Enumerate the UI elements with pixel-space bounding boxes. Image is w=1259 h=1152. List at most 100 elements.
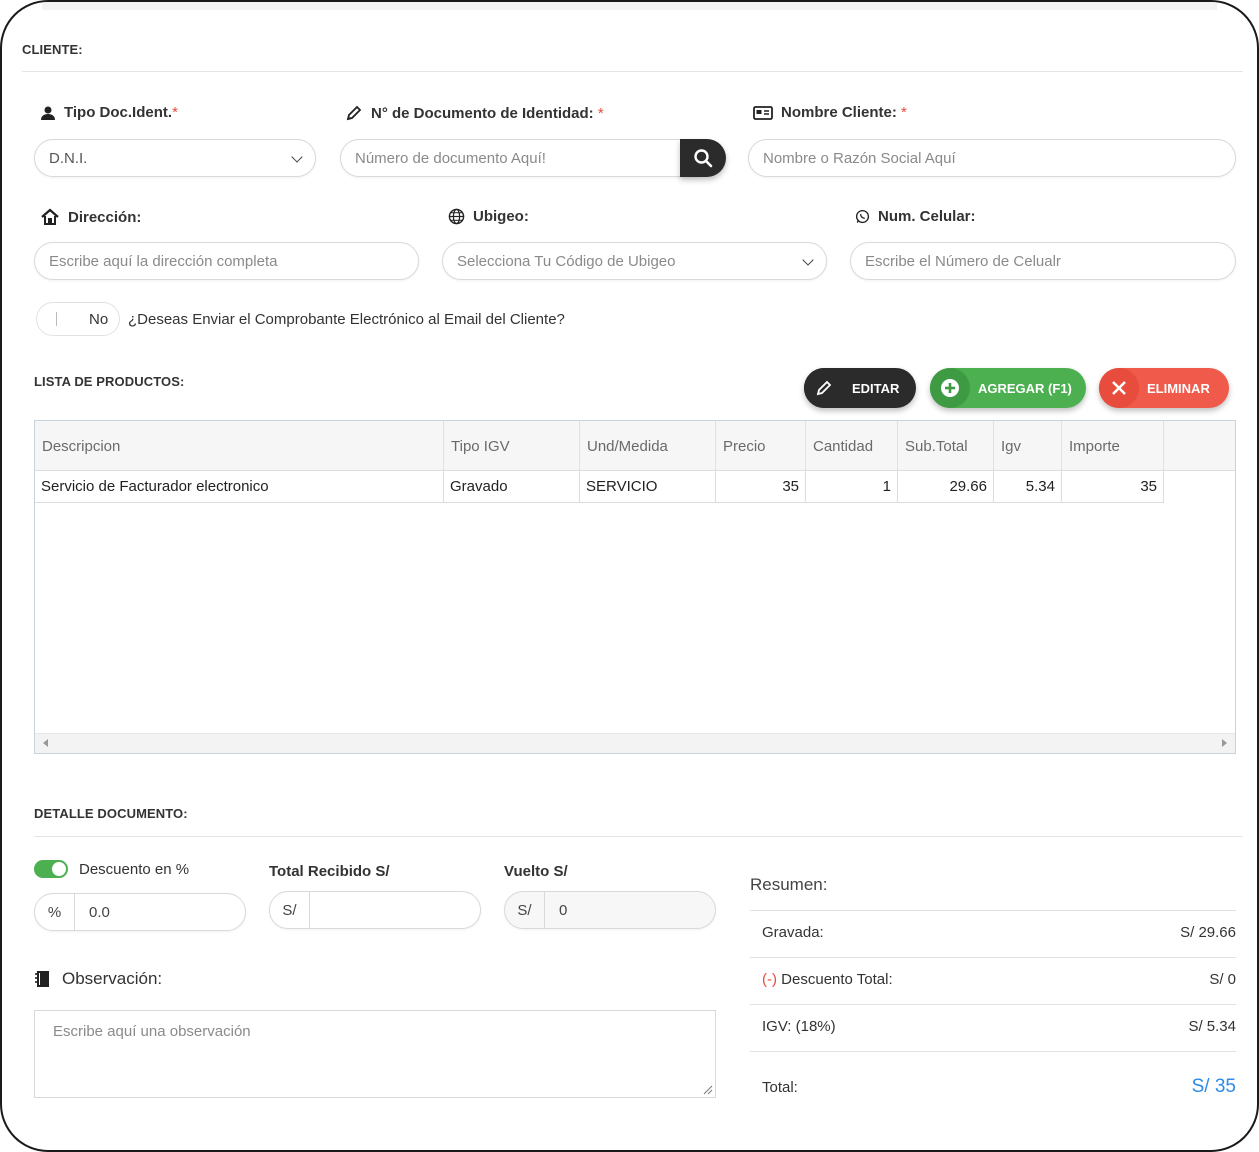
close-icon — [1112, 381, 1126, 395]
cell-tipo-igv[interactable]: Gravado — [444, 471, 580, 503]
cliente-divider — [22, 71, 1243, 72]
direccion-label: Dirección: — [40, 208, 141, 226]
col-cantidad[interactable]: Cantidad — [806, 421, 898, 471]
resize-handle-icon[interactable] — [703, 1085, 713, 1095]
cell-precio[interactable]: 35 — [716, 471, 806, 503]
observacion-textarea[interactable]: Escribe aquí una observación — [34, 1010, 716, 1098]
descuento-prefix: (-) — [762, 971, 777, 988]
email-question: ¿Deseas Enviar el Comprobante Electrónic… — [128, 311, 565, 328]
celular-placeholder: Escribe el Número de Celualr — [865, 252, 1061, 270]
celular-label-text: Num. Celular: — [878, 208, 976, 225]
total-recibido-input[interactable]: S/ — [269, 891, 481, 929]
cell-igv[interactable]: 5.34 — [994, 471, 1062, 503]
cell-subtotal[interactable]: 29.66 — [898, 471, 994, 503]
required-mark: * — [597, 104, 604, 122]
ubigeo-placeholder: Selecciona Tu Código de Ubigeo — [457, 252, 676, 270]
editar-label: EDITAR — [852, 380, 900, 396]
productos-section-title: LISTA DE PRODUCTOS: — [34, 374, 185, 389]
editar-button[interactable]: EDITAR — [804, 368, 916, 408]
plus-circle-icon — [941, 379, 959, 397]
col-precio[interactable]: Precio — [716, 421, 806, 471]
num-doc-label: N° de Documento de Identidad: * — [345, 104, 604, 122]
cliente-section-title: CLIENTE: — [22, 42, 83, 57]
descuento-total-label: (-) Descuento Total: — [762, 971, 893, 988]
tipo-doc-select[interactable]: D.N.I. — [34, 139, 316, 177]
col-igv[interactable]: Igv — [994, 421, 1062, 471]
cell-cantidad[interactable]: 1 — [806, 471, 898, 503]
resumen-divider — [750, 910, 1236, 911]
resumen-igv: IGV: (18%) S/ 5.34 — [750, 1018, 1236, 1035]
eliminar-label: ELIMINAR — [1147, 380, 1210, 396]
nombre-input[interactable]: Nombre o Razón Social Aquí — [748, 139, 1236, 177]
vuelto-label: Vuelto S/ — [504, 863, 568, 880]
gravada-value: S/ 29.66 — [1180, 924, 1236, 941]
resumen-divider — [750, 1004, 1236, 1005]
col-subtotal[interactable]: Sub.Total — [898, 421, 994, 471]
tipo-doc-label: Tipo Doc.Ident.* — [40, 104, 178, 121]
user-icon — [41, 106, 55, 120]
search-document-button[interactable] — [680, 139, 726, 177]
ubigeo-select[interactable]: Selecciona Tu Código de Ubigeo — [442, 242, 827, 280]
resumen-divider — [750, 957, 1236, 958]
percent-addon: % — [35, 894, 75, 930]
pencil-icon — [346, 105, 362, 121]
igv-label: IGV: (18%) — [762, 1018, 836, 1035]
cell-descripcion[interactable]: Servicio de Facturador electronico — [35, 471, 444, 503]
tipo-doc-label-text: Tipo Doc.Ident. — [64, 104, 173, 121]
ubigeo-label-text: Ubigeo: — [473, 208, 529, 225]
id-card-icon — [753, 105, 773, 120]
detalle-section-title: DETALLE DOCUMENTO: — [34, 806, 188, 821]
col-und-medida[interactable]: Und/Medida — [580, 421, 716, 471]
agregar-button[interactable]: AGREGAR (F1) — [930, 368, 1086, 408]
search-icon — [694, 149, 713, 168]
descuento-input[interactable]: % 0.0 — [34, 893, 246, 931]
nombre-placeholder: Nombre o Razón Social Aquí — [763, 149, 956, 167]
detalle-divider — [34, 836, 1243, 837]
tipo-doc-value: D.N.I. — [49, 149, 88, 167]
currency-addon: S/ — [270, 892, 310, 928]
celular-input[interactable]: Escribe el Número de Celualr — [850, 242, 1236, 280]
resumen-total: Total: S/ 35 — [750, 1076, 1236, 1098]
direccion-input[interactable]: Escribe aquí la dirección completa — [34, 242, 419, 280]
scroll-right-icon[interactable] — [1222, 739, 1227, 747]
col-descripcion[interactable]: Descripcion — [35, 421, 444, 471]
notebook-icon — [35, 971, 49, 987]
home-icon — [41, 208, 59, 225]
required-mark: * — [172, 104, 178, 121]
total-recibido-label: Total Recibido S/ — [269, 863, 390, 880]
col-tipo-igv[interactable]: Tipo IGV — [444, 421, 580, 471]
horizontal-scrollbar[interactable] — [35, 733, 1235, 753]
igv-value: S/ 5.34 — [1188, 1018, 1236, 1035]
app-frame: CLIENTE: Tipo Doc.Ident.* D.N.I. N° de D… — [0, 0, 1259, 1152]
col-importe[interactable]: Importe — [1062, 421, 1164, 471]
scroll-left-icon[interactable] — [43, 739, 48, 747]
descuento-value: 0.0 — [89, 903, 110, 921]
descuento-switch[interactable] — [34, 860, 68, 878]
cell-und-medida[interactable]: SERVICIO — [580, 471, 716, 503]
add-icon-wrap — [930, 368, 970, 408]
email-toggle[interactable]: No — [36, 302, 120, 336]
edit-icon-wrap — [804, 368, 844, 408]
descuento-total-value: S/ 0 — [1209, 971, 1236, 988]
products-grid[interactable]: Descripcion Tipo IGV Und/Medida Precio C… — [34, 420, 1236, 754]
cell-importe[interactable]: 35 — [1062, 471, 1164, 503]
ubigeo-label: Ubigeo: — [448, 208, 529, 225]
eliminar-button[interactable]: ELIMINAR — [1099, 368, 1229, 408]
direccion-placeholder: Escribe aquí la dirección completa — [49, 252, 278, 270]
nombre-label: Nombre Cliente: * — [753, 104, 907, 121]
num-doc-placeholder: Número de documento Aquí! — [355, 149, 546, 167]
currency-addon: S/ — [505, 892, 545, 928]
whatsapp-icon — [855, 209, 870, 224]
resumen-title: Resumen: — [750, 875, 828, 894]
nombre-label-text: Nombre Cliente: — [781, 104, 897, 121]
resumen-descuento: (-) Descuento Total: S/ 0 — [750, 971, 1236, 988]
num-doc-input[interactable]: Número de documento Aquí! — [340, 139, 700, 177]
gravada-label: Gravada: — [762, 924, 824, 941]
pencil-icon — [816, 380, 832, 396]
observacion-label: Observación: — [34, 969, 162, 989]
chevron-down-icon — [291, 151, 303, 163]
resumen-divider — [750, 1051, 1236, 1052]
observacion-placeholder: Escribe aquí una observación — [53, 1023, 251, 1040]
vuelto-input: S/ 0 — [504, 891, 716, 929]
total-value: S/ 35 — [1191, 1076, 1236, 1097]
